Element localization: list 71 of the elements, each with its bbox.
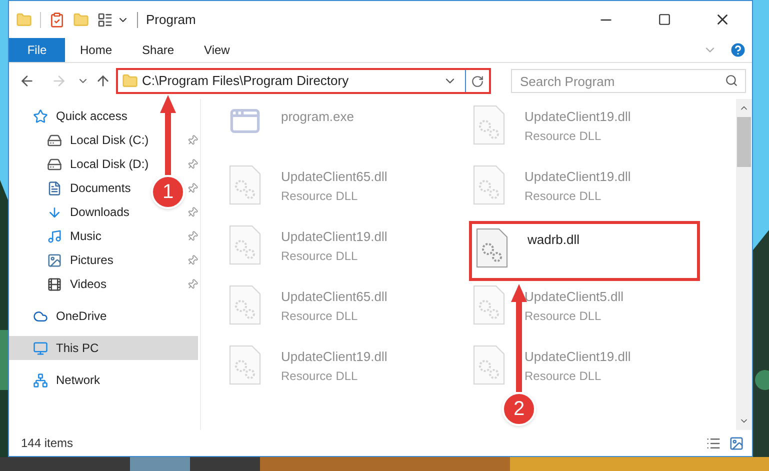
gear-file-icon <box>476 228 508 268</box>
details-view-icon[interactable] <box>706 436 721 450</box>
ribbon-tab[interactable]: File <box>9 38 65 62</box>
sidebar-item[interactable]: Downloads <box>47 200 130 224</box>
cloud-icon <box>33 308 48 324</box>
sidebar-item[interactable]: Local Disk (C:) <box>47 128 149 152</box>
sidebar-item[interactable]: Local Disk (D:) <box>47 152 149 176</box>
file-type: Resource DLL <box>524 368 602 384</box>
file-name: UpdateClient19.dll <box>281 228 388 246</box>
properties-icon[interactable] <box>97 12 113 28</box>
gear-file-icon <box>472 105 504 145</box>
file-name: UpdateClient19.dll <box>524 168 631 186</box>
search-icon <box>725 74 738 87</box>
sidebar-item[interactable]: Music <box>47 224 102 248</box>
ribbon-tab[interactable]: View <box>189 38 245 62</box>
drive-icon <box>47 156 62 172</box>
gear-file-icon <box>472 165 504 205</box>
refresh-icon[interactable] <box>471 74 484 88</box>
sidebar-item[interactable]: OneDrive <box>33 304 107 328</box>
file-type: Resource DLL <box>281 188 359 204</box>
search-field[interactable]: Search Program <box>511 69 746 93</box>
monitor-icon <box>33 340 48 356</box>
file-type: Resource DLL <box>524 308 602 324</box>
file-type: Resource DLL <box>281 308 359 324</box>
file-name: UpdateClient19.dll <box>281 348 388 366</box>
file-name: UpdateClient19.dll <box>524 108 631 126</box>
sidebar-item[interactable]: Network <box>33 368 100 392</box>
drive-icon <box>47 132 62 148</box>
file-item[interactable]: wadrb.dll <box>468 221 700 281</box>
checklist-icon[interactable] <box>49 12 65 28</box>
star-icon <box>33 108 48 124</box>
scrollbar[interactable] <box>736 99 752 430</box>
gear-file-icon <box>472 285 504 325</box>
scrollbar-thumb[interactable] <box>737 117 751 167</box>
file-name: UpdateClient5.dll <box>524 288 624 306</box>
window-title: Program <box>146 10 196 29</box>
file-type: Resource DLL <box>281 248 359 264</box>
item-count: 144 items <box>21 435 74 452</box>
sidebar-item[interactable]: Quick access <box>33 104 128 128</box>
file-type: Resource DLL <box>524 128 602 144</box>
folder-icon <box>122 73 138 89</box>
network-icon <box>33 372 48 388</box>
ribbon-tab[interactable]: Home <box>65 38 128 62</box>
music-note-icon <box>47 228 62 244</box>
gear-file-icon <box>229 165 261 205</box>
file-name: program.exe <box>281 108 354 126</box>
sidebar-item[interactable]: Documents <box>47 176 131 200</box>
download-icon <box>47 204 62 220</box>
sidebar-item[interactable]: Videos <box>47 272 106 296</box>
maximize-icon[interactable] <box>658 13 671 26</box>
help-icon[interactable] <box>729 41 747 59</box>
sidebar-item[interactable]: Pictures <box>47 248 114 272</box>
image-icon <box>47 252 62 268</box>
address-field[interactable]: C:\Program Files\Program Directory <box>116 68 491 94</box>
sidebar-item[interactable]: This PC <box>9 336 198 360</box>
file-type: Resource DLL <box>524 188 602 204</box>
file-type: Resource DLL <box>281 368 359 384</box>
file-name: wadrb.dll <box>528 231 580 249</box>
up-icon[interactable] <box>95 73 111 89</box>
large-icons-view-icon[interactable] <box>729 436 744 450</box>
film-icon <box>47 276 62 292</box>
document-icon <box>47 180 62 196</box>
file-name: UpdateClient65.dll <box>281 288 388 306</box>
gear-file-icon <box>229 345 261 385</box>
ribbon-tab[interactable]: Share <box>127 38 190 62</box>
gear-file-icon <box>229 225 261 265</box>
file-name: UpdateClient65.dll <box>281 168 388 186</box>
gear-file-icon <box>229 285 261 325</box>
gear-file-icon <box>472 345 504 385</box>
back-icon[interactable] <box>19 73 35 89</box>
file-name: UpdateClient19.dll <box>524 348 631 366</box>
